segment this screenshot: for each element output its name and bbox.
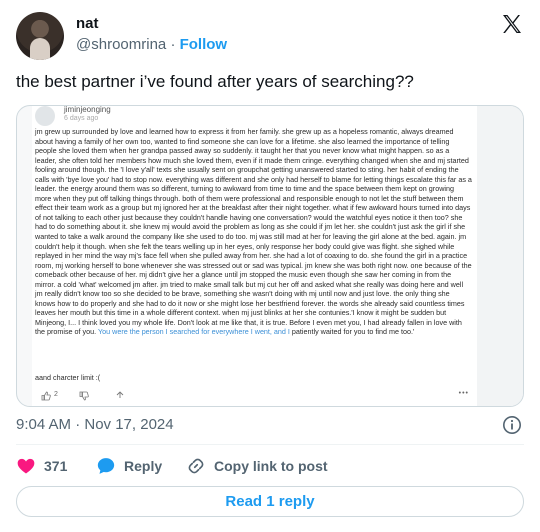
comment-like-count: 2 (54, 391, 58, 398)
x-logo-icon[interactable] (500, 12, 524, 36)
action-bar: 371 Reply Copy link to post (16, 452, 524, 480)
comment-time: 6 days ago (64, 115, 99, 122)
thumbs-down-icon (79, 391, 89, 401)
comment-avatar (35, 106, 55, 126)
comment-limit: aand charcter limit :( (35, 373, 101, 382)
comment-text-end: patiently waited for you to find me too.… (289, 327, 415, 337)
divider (16, 444, 524, 445)
info-icon[interactable] (502, 415, 522, 435)
comment-body: jm grew up surrounded by love and learne… (35, 127, 472, 337)
tweet-timestamp[interactable]: 9:04 AM · Nov 17, 2024 (16, 416, 174, 433)
copy-link-label: Copy link to post (214, 458, 328, 474)
like-button[interactable]: 371 (16, 452, 67, 480)
comment-more-icon: ••• (458, 390, 469, 397)
comment-footer: 2 ••• (35, 390, 475, 404)
copy-link-button[interactable]: Copy link to post (186, 452, 328, 480)
like-count: 371 (44, 458, 68, 474)
media-side-panel (477, 106, 523, 406)
comment-username: jiminjeonging (64, 105, 111, 114)
share-arrow-icon (116, 391, 124, 398)
author-name[interactable]: nat (76, 15, 99, 32)
avatar[interactable] (16, 12, 64, 60)
separator: · (170, 36, 176, 53)
follow-button[interactable]: Follow (180, 36, 228, 53)
author-handle[interactable]: @shroomrina (76, 36, 166, 53)
comment-screenshot: jiminjeonging 6 days ago jm grew up surr… (32, 105, 477, 406)
comment-text: jm grew up surrounded by love and learne… (35, 127, 472, 337)
thumbs-up-icon (41, 391, 51, 401)
comment-highlight: You were the person I searched for every… (98, 327, 290, 337)
author-handle-row: @shroomrina · Follow (76, 36, 227, 53)
tweet-media[interactable]: jiminjeonging 6 days ago jm grew up surr… (16, 105, 524, 407)
read-replies-button[interactable]: Read 1 reply (16, 486, 524, 517)
reply-button[interactable]: Reply (96, 452, 162, 480)
tweet-text: the best partner i’ve found after years … (16, 72, 414, 91)
heart-icon (17, 458, 35, 474)
link-icon (188, 458, 204, 474)
speech-bubble-icon (97, 458, 115, 474)
reply-label: Reply (124, 458, 163, 474)
tweet-header: nat @shroomrina · Follow (16, 12, 524, 60)
